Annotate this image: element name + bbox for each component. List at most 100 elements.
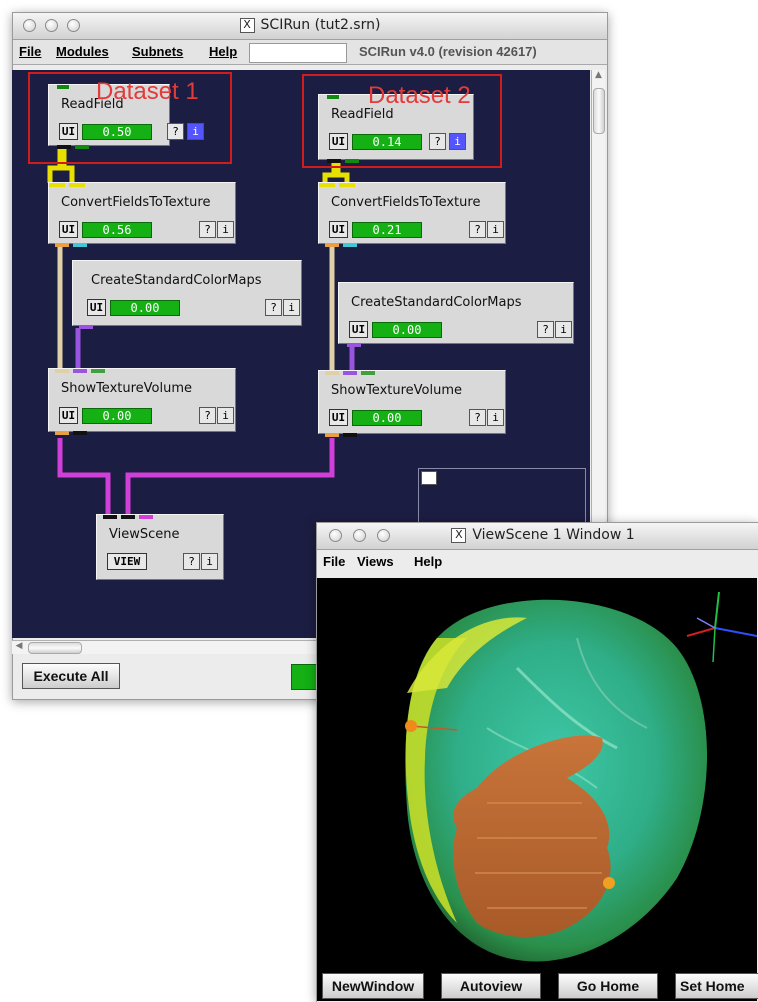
module-name: ConvertFieldsToTexture bbox=[331, 195, 481, 210]
go-home-button[interactable]: Go Home bbox=[558, 973, 658, 999]
menu-help[interactable]: Help bbox=[209, 44, 237, 59]
module-progress: 0.00 bbox=[82, 408, 152, 424]
menu-views[interactable]: Views bbox=[357, 554, 394, 569]
info-button[interactable]: i bbox=[283, 299, 300, 316]
viewscene-window-title-text: ViewScene 1 Window 1 bbox=[472, 527, 635, 543]
menu-modules[interactable]: Modules bbox=[56, 44, 109, 59]
module-ui-button[interactable]: UI bbox=[329, 409, 348, 426]
module-convert-1[interactable]: ConvertFieldsToTexture UI 0.56 ? i bbox=[48, 182, 236, 247]
dataset2-annotation-label: Dataset 2 bbox=[368, 82, 471, 109]
help-button[interactable]: ? bbox=[199, 221, 216, 238]
input-port-extra[interactable] bbox=[91, 369, 105, 373]
module-ui-button[interactable]: UI bbox=[349, 321, 368, 338]
module-texvol-2[interactable]: ShowTextureVolume UI 0.00 ? i bbox=[318, 370, 506, 437]
pipe-texvol2-viewscene bbox=[125, 438, 335, 514]
input-port-texture[interactable] bbox=[55, 369, 69, 373]
main-menubar: File Modules Subnets Help SCIRun v4.0 (r… bbox=[13, 40, 607, 65]
help-button[interactable]: ? bbox=[537, 321, 554, 338]
output-port-texture[interactable] bbox=[325, 243, 339, 247]
module-progress: 0.21 bbox=[352, 222, 422, 238]
input-port-colormap[interactable] bbox=[343, 371, 357, 375]
menu-file[interactable]: File bbox=[323, 554, 345, 569]
widget-handle-2 bbox=[603, 877, 615, 889]
menu-subnets[interactable]: Subnets bbox=[132, 44, 183, 59]
module-progress: 0.00 bbox=[352, 410, 422, 426]
help-button[interactable]: ? bbox=[469, 409, 486, 426]
input-port-b[interactable] bbox=[339, 183, 355, 187]
menu-file[interactable]: File bbox=[19, 44, 41, 59]
input-port-geometry-1[interactable] bbox=[103, 515, 117, 519]
module-ui-button[interactable]: UI bbox=[87, 299, 106, 316]
output-port-geometry[interactable] bbox=[325, 433, 339, 437]
info-button[interactable]: i bbox=[487, 409, 504, 426]
input-port-colormap[interactable] bbox=[73, 369, 87, 373]
main-titlebar[interactable]: X SCIRun (tut2.srn) bbox=[13, 13, 607, 40]
viewscene-window-title: X ViewScene 1 Window 1 bbox=[317, 527, 758, 543]
module-progress: 0.56 bbox=[82, 222, 152, 238]
input-port[interactable] bbox=[49, 183, 65, 187]
module-viewscene[interactable]: ViewScene VIEW ? i bbox=[96, 514, 224, 580]
module-name: ViewScene bbox=[109, 527, 180, 542]
output-port-aux[interactable] bbox=[343, 243, 357, 247]
module-colormap-1[interactable]: CreateStandardColorMaps UI 0.00 ? i bbox=[72, 260, 302, 329]
axes-gizmo bbox=[686, 591, 757, 663]
info-button[interactable]: i bbox=[201, 553, 218, 570]
execute-all-button[interactable]: Execute All bbox=[22, 663, 120, 689]
x11-icon: X bbox=[239, 18, 255, 33]
widget-handle-1 bbox=[405, 720, 417, 732]
horizontal-scroll-thumb[interactable] bbox=[28, 642, 82, 654]
module-ui-button[interactable]: UI bbox=[59, 221, 78, 238]
pipe-texvol1-viewscene bbox=[57, 438, 111, 514]
help-button[interactable]: ? bbox=[199, 407, 216, 424]
input-port-b[interactable] bbox=[69, 183, 85, 187]
module-ui-button[interactable]: UI bbox=[59, 407, 78, 424]
help-button[interactable]: ? bbox=[265, 299, 282, 316]
module-progress: 0.00 bbox=[372, 322, 442, 338]
info-button[interactable]: i bbox=[487, 221, 504, 238]
main-window-title-text: SCIRun (tut2.srn) bbox=[260, 17, 381, 33]
set-home-button[interactable]: Set Home bbox=[675, 973, 758, 999]
input-port-geometry-2[interactable] bbox=[121, 515, 135, 519]
module-convert-2[interactable]: ConvertFieldsToTexture UI 0.21 ? i bbox=[318, 182, 506, 247]
info-button[interactable]: i bbox=[217, 221, 234, 238]
vertical-scroll-thumb[interactable] bbox=[593, 88, 605, 134]
menu-text-field[interactable] bbox=[249, 43, 347, 63]
input-port-texture[interactable] bbox=[325, 371, 339, 375]
3d-viewport[interactable] bbox=[317, 578, 757, 1001]
module-ui-button[interactable]: UI bbox=[329, 221, 348, 238]
menu-help[interactable]: Help bbox=[414, 554, 442, 569]
input-port[interactable] bbox=[319, 183, 335, 187]
module-name: ShowTextureVolume bbox=[61, 381, 193, 396]
module-colormap-2[interactable]: CreateStandardColorMaps UI 0.00 ? i bbox=[338, 282, 574, 347]
x11-icon: X bbox=[451, 528, 467, 543]
main-window-title: X SCIRun (tut2.srn) bbox=[13, 17, 607, 33]
output-port-colormap[interactable] bbox=[79, 325, 93, 329]
module-texvol-1[interactable]: ShowTextureVolume UI 0.00 ? i bbox=[48, 368, 236, 435]
volume-rendering bbox=[405, 591, 757, 962]
output-port-aux[interactable] bbox=[73, 243, 87, 247]
output-port-texture[interactable] bbox=[55, 243, 69, 247]
output-port-aux[interactable] bbox=[73, 431, 87, 435]
info-button[interactable]: i bbox=[555, 321, 572, 338]
input-port-extra[interactable] bbox=[361, 371, 375, 375]
scroll-left-arrow[interactable]: ◀ bbox=[12, 641, 26, 654]
scroll-up-arrow[interactable]: ▲ bbox=[592, 70, 605, 84]
viewscene-titlebar[interactable]: X ViewScene 1 Window 1 bbox=[317, 523, 758, 550]
output-port-colormap[interactable] bbox=[347, 343, 361, 347]
help-button[interactable]: ? bbox=[183, 553, 200, 570]
autoview-button[interactable]: Autoview bbox=[441, 973, 541, 999]
version-label: SCIRun v4.0 (revision 42617) bbox=[359, 44, 537, 59]
minimap-viewport-icon bbox=[421, 471, 437, 485]
help-button[interactable]: ? bbox=[469, 221, 486, 238]
module-progress: 0.00 bbox=[110, 300, 180, 316]
view-button[interactable]: VIEW bbox=[107, 553, 147, 570]
module-name: ShowTextureVolume bbox=[331, 383, 463, 398]
output-port-geometry[interactable] bbox=[55, 431, 69, 435]
info-button[interactable]: i bbox=[217, 407, 234, 424]
input-port-geometry-3[interactable] bbox=[139, 515, 153, 519]
module-name: CreateStandardColorMaps bbox=[91, 273, 262, 288]
new-window-button[interactable]: NewWindow bbox=[322, 973, 424, 999]
execution-progress-indicator bbox=[291, 664, 317, 690]
output-port-aux[interactable] bbox=[343, 433, 357, 437]
dataset1-annotation-label: Dataset 1 bbox=[96, 78, 199, 105]
